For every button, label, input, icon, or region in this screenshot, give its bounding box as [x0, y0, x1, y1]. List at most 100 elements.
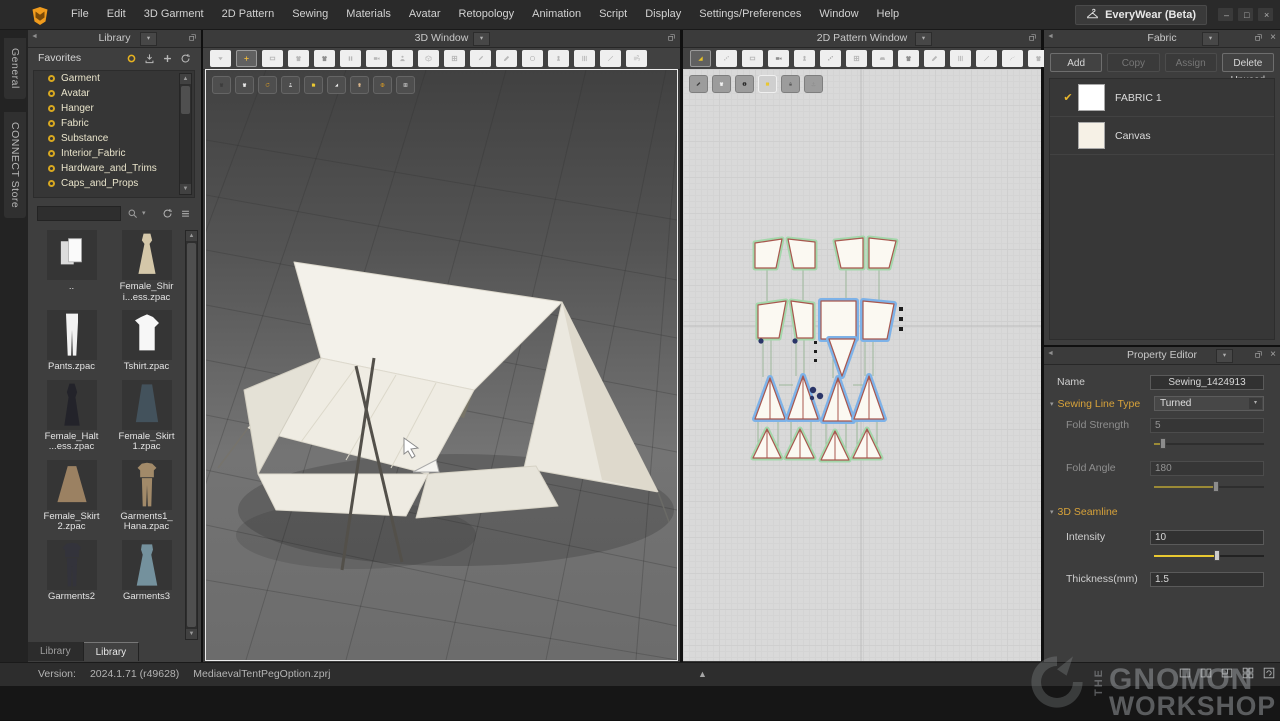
popout-icon[interactable] — [1254, 33, 1263, 42]
popout-icon[interactable] — [188, 33, 197, 42]
pleats-tool[interactable] — [950, 50, 971, 67]
import-icon[interactable] — [142, 51, 157, 65]
select-move-tool[interactable] — [236, 50, 257, 67]
scroll-up-icon[interactable]: ▲ — [186, 231, 197, 241]
section-caret-icon[interactable]: ▾ — [1050, 508, 1054, 516]
intensity-input[interactable] — [1150, 530, 1264, 545]
menu-item[interactable]: Edit — [98, 0, 135, 29]
library-tab[interactable]: Library — [84, 642, 140, 661]
sewing-tool[interactable] — [496, 50, 517, 67]
topstitch-tool[interactable] — [1002, 50, 1023, 67]
intensity-slider[interactable] — [1154, 550, 1264, 561]
library-item[interactable]: Garments3 — [111, 540, 183, 603]
everywear-button[interactable]: EveryWear (Beta) — [1075, 5, 1207, 25]
measure-tool[interactable] — [574, 50, 595, 67]
show-avatar-icon[interactable] — [281, 76, 300, 94]
show-garment-icon[interactable] — [235, 76, 254, 94]
refresh-search-icon[interactable] — [160, 206, 175, 220]
menu-item[interactable]: 2D Pattern — [213, 0, 284, 29]
library-item[interactable]: Garments1_ Hana.zpac — [111, 460, 183, 533]
wind-tool[interactable] — [626, 50, 647, 67]
library-item[interactable]: Tshirt.zpac — [111, 310, 183, 373]
show-head-icon[interactable] — [350, 76, 369, 94]
transform-pattern-tool[interactable] — [690, 50, 711, 67]
library-item[interactable]: Female_Skirt 2.zpac — [36, 460, 108, 533]
favorites-item[interactable]: Substance — [34, 131, 194, 146]
layout-single-icon[interactable] — [1178, 666, 1192, 680]
menu-item[interactable]: Display — [636, 0, 690, 29]
add-favorite-icon[interactable] — [160, 51, 175, 65]
popout-icon[interactable] — [1028, 33, 1037, 42]
popout-icon[interactable] — [1254, 350, 1263, 359]
pattern-info-icon[interactable] — [735, 75, 754, 93]
scroll-down-icon[interactable]: ▼ — [180, 184, 191, 194]
section-caret-icon[interactable]: ▾ — [1050, 400, 1054, 408]
avatar-tool[interactable] — [392, 50, 413, 67]
name-input[interactable] — [1150, 375, 1264, 390]
fabric-action-button[interactable]: Assign — [1165, 53, 1217, 72]
polygon-tool[interactable] — [742, 50, 763, 67]
environment-icon[interactable] — [373, 76, 392, 94]
fabric-row[interactable]: ✔ FABRIC 1 — [1050, 79, 1274, 117]
steam-tool[interactable] — [522, 50, 543, 67]
menu-item[interactable]: Materials — [337, 0, 400, 29]
panel-menu-caret-icon[interactable]: ▾ — [1216, 349, 1233, 363]
window-menu-caret-icon[interactable]: ▾ — [473, 32, 490, 46]
favorites-item[interactable]: Caps_and_Props — [34, 176, 194, 191]
fold-arrangement-tool[interactable] — [340, 50, 361, 67]
thickness-input[interactable] — [1150, 572, 1264, 587]
library-item[interactable]: Female_Shir i...ess.zpac — [111, 230, 183, 303]
sewing-pen-tool[interactable] — [924, 50, 945, 67]
menu-item[interactable]: Script — [590, 0, 636, 29]
seam-pen-icon[interactable] — [689, 75, 708, 93]
library-item[interactable]: Garments2 — [36, 540, 108, 603]
menu-item[interactable]: Help — [868, 0, 909, 29]
fabric-swatch[interactable] — [1078, 84, 1105, 111]
edit-pattern-tool[interactable] — [716, 50, 737, 67]
show-paper-icon[interactable] — [304, 76, 323, 94]
favorites-item[interactable]: Garment — [34, 71, 194, 86]
show-garment-dark-icon[interactable] — [212, 76, 231, 94]
library-item[interactable]: Female_Skirt 1.zpac — [111, 380, 183, 453]
simulate-tool[interactable] — [210, 50, 231, 67]
layout-grid-icon[interactable] — [1241, 666, 1255, 680]
popout-icon[interactable] — [667, 33, 676, 42]
library-scrollbar[interactable]: ▲ ▼ — [185, 230, 198, 640]
maximize-button[interactable]: □ — [1237, 7, 1254, 22]
favorites-filter-icon[interactable] — [124, 51, 139, 65]
edit-curve-tool[interactable] — [820, 50, 841, 67]
fabric-action-button[interactable]: Copy — [1107, 53, 1159, 72]
favorites-item[interactable]: Hardware_and_Trims — [34, 161, 194, 176]
grid-tool[interactable] — [444, 50, 465, 67]
show-paper-2d-icon[interactable] — [758, 75, 777, 93]
layout-custom-icon[interactable] — [1220, 666, 1234, 680]
scroll-up-icon[interactable]: ▲ — [180, 74, 191, 84]
tab-connect-store[interactable]: CONNECT Store — [4, 112, 26, 218]
layout-columns-icon[interactable] — [1199, 666, 1213, 680]
darts-tool[interactable] — [898, 50, 919, 67]
favorites-item[interactable]: Avatar — [34, 86, 194, 101]
fabric-action-button[interactable]: Add — [1050, 53, 1102, 72]
view-mode-icon[interactable] — [178, 206, 193, 220]
tack-tool[interactable] — [600, 50, 621, 67]
menu-item[interactable]: Animation — [523, 0, 590, 29]
menu-item[interactable]: Retopology — [450, 0, 524, 29]
pattern-color-icon[interactable] — [258, 76, 277, 94]
fabric-action-button[interactable]: Delete Unused — [1222, 53, 1274, 72]
library-item[interactable]: Female_Halt ...ess.zpac — [36, 380, 108, 453]
favorites-scrollbar[interactable]: ▲ ▼ — [179, 73, 192, 195]
lock-pattern-icon[interactable] — [781, 75, 800, 93]
close-icon[interactable]: × — [1270, 349, 1276, 361]
panel-menu-caret-icon[interactable]: ▾ — [1202, 32, 1219, 46]
refresh-library-icon[interactable] — [178, 51, 193, 65]
3d-viewport[interactable] — [205, 69, 678, 661]
library-item[interactable]: .. — [36, 230, 108, 303]
select-mesh-tool[interactable] — [314, 50, 335, 67]
render-table-icon[interactable] — [396, 76, 415, 94]
2d-viewport[interactable]: .gG{stroke:#a3d7ab;stroke-width:5;fill:n… — [683, 69, 1041, 661]
animation-panel-expander-icon[interactable]: ▲ — [698, 669, 707, 679]
edit-sewing-tool[interactable] — [976, 50, 997, 67]
arrangement-tool[interactable] — [418, 50, 439, 67]
search-icon[interactable] — [127, 208, 138, 219]
library-item[interactable]: Pants.zpac — [36, 310, 108, 373]
